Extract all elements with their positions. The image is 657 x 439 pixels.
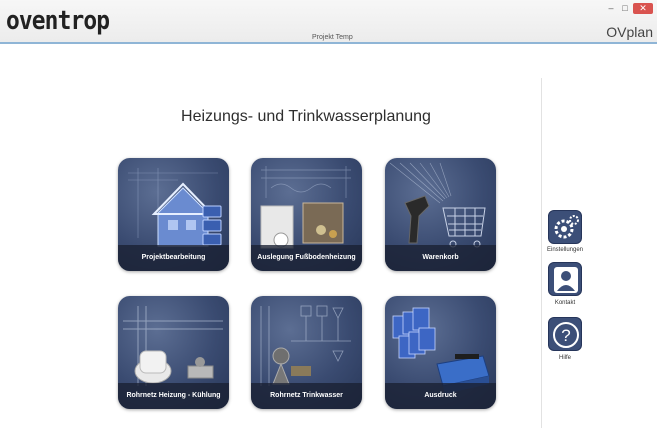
help-icon: ? [553,322,579,348]
sidebar-item-einstellungen[interactable]: Einstellungen [535,247,595,253]
tile-warenkorb[interactable]: Warenkorb [385,158,496,271]
tile-label: Rohrnetz Trinkwasser [251,383,362,409]
svg-text:?: ? [561,326,570,345]
tile-label: Warenkorb [385,245,496,271]
tile-label: Auslegung Fußbodenheizung [251,245,362,271]
settings-button[interactable] [548,210,582,244]
title-bar: oventrop Projekt Temp OVplan – □ ✕ [0,0,657,44]
tile-auslegung-fussbodenheizung[interactable]: Auslegung Fußbodenheizung [251,158,362,271]
tile-label: Rohrnetz Heizung - Kühlung [118,383,229,409]
gear-icon [554,215,579,239]
app-title: OVplan [606,24,653,40]
page-title: Heizungs- und Trinkwasserplanung [181,108,431,125]
oventrop-logo: oventrop [6,6,110,36]
tile-ausdruck[interactable]: Ausdruck [385,296,496,409]
help-button[interactable]: ? [548,317,582,351]
contact-button[interactable] [548,262,582,296]
sidebar-item-hilfe[interactable]: Hilfe [535,355,595,361]
sidebar-divider [541,78,542,428]
sidebar-item-kontakt[interactable]: Kontakt [535,300,595,306]
close-button[interactable]: ✕ [633,3,653,14]
person-icon [554,267,578,293]
tile-label: Projektbearbeitung [118,245,229,271]
tile-projektbearbeitung[interactable]: Projektbearbeitung [118,158,229,271]
minimize-button[interactable]: – [605,3,617,14]
tile-rohrnetz-trinkwasser[interactable]: Rohrnetz Trinkwasser [251,296,362,409]
tile-rohrnetz-heizung-kuehlung[interactable]: Rohrnetz Heizung - Kühlung [118,296,229,409]
project-name: Projekt Temp [312,34,353,41]
tile-label: Ausdruck [385,383,496,409]
maximize-button[interactable]: □ [619,3,631,14]
